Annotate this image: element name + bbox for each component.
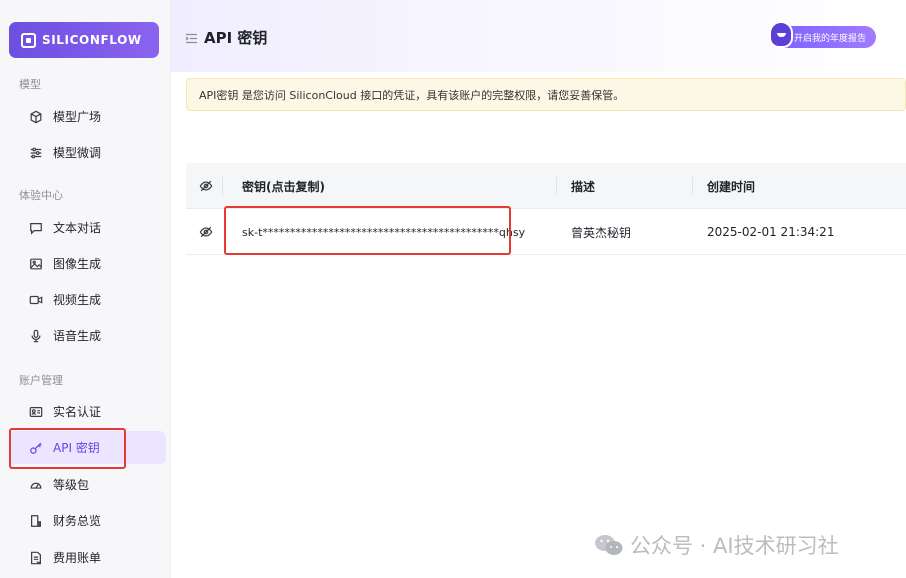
watermark: 公众号 · AI技术研习社 bbox=[594, 530, 839, 560]
highlight-box-api-keys bbox=[9, 428, 126, 469]
key-created-time: 2025-02-01 21:34:21 bbox=[707, 225, 835, 239]
page-header: API 密钥 开启我的年度报告 bbox=[171, 0, 906, 72]
column-header-created: 创建时间 bbox=[707, 179, 756, 194]
highlight-box-api-key bbox=[224, 206, 511, 255]
notice-text: API密钥 是您访问 SiliconCloud 接口的凭证，具有该账户的完整权限… bbox=[199, 88, 625, 102]
eye-off-icon bbox=[199, 179, 213, 193]
sidebar-item-label: 实名认证 bbox=[53, 405, 102, 419]
column-divider bbox=[692, 177, 693, 195]
sidebar-item-finance-overview[interactable]: 财务总览 bbox=[9, 504, 166, 537]
cube-icon bbox=[28, 109, 44, 125]
sidebar-item-billing[interactable]: 费用账单 bbox=[9, 541, 166, 574]
logo-text: SILICONFLOW bbox=[42, 33, 142, 47]
sidebar-item-label: 语音生成 bbox=[53, 329, 102, 343]
sidebar-item-image-gen[interactable]: 图像生成 bbox=[9, 247, 166, 280]
mascot-icon bbox=[769, 21, 793, 48]
sidebar: SILICONFLOW 模型 模型广场 模型微调 体验中心 文本对话 图像生成 … bbox=[0, 0, 171, 578]
sidebar-item-model-square[interactable]: 模型广场 bbox=[9, 100, 166, 133]
siliconflow-logo[interactable]: SILICONFLOW bbox=[9, 22, 159, 58]
column-divider bbox=[222, 177, 223, 195]
sidebar-item-label: 模型广场 bbox=[53, 110, 102, 124]
sidebar-item-voice-gen[interactable]: 语音生成 bbox=[9, 319, 166, 352]
video-icon bbox=[28, 292, 44, 308]
collapse-menu-icon[interactable] bbox=[185, 30, 198, 44]
sidebar-item-label: 等级包 bbox=[53, 478, 90, 492]
sidebar-item-level-pack[interactable]: 等级包 bbox=[9, 468, 166, 501]
bill-icon bbox=[28, 550, 44, 566]
sliders-icon bbox=[28, 145, 44, 161]
sidebar-item-text-chat[interactable]: 文本对话 bbox=[9, 211, 166, 244]
toggle-visibility-all[interactable] bbox=[199, 163, 213, 209]
annual-report-button[interactable]: 开启我的年度报告 bbox=[769, 21, 876, 48]
api-key-notice: API密钥 是您访问 SiliconCloud 接口的凭证，具有该账户的完整权限… bbox=[186, 78, 906, 111]
finance-doc-icon bbox=[28, 513, 44, 529]
page-title: API 密钥 bbox=[204, 29, 268, 47]
id-card-icon bbox=[28, 404, 44, 420]
logo-mark-icon bbox=[21, 32, 36, 48]
toggle-key-visibility[interactable] bbox=[199, 209, 213, 255]
wechat-icon bbox=[594, 533, 624, 557]
sidebar-item-real-name[interactable]: 实名认证 bbox=[9, 395, 166, 428]
sidebar-item-label: 图像生成 bbox=[53, 257, 102, 271]
watermark-text: 公众号 · AI技术研习社 bbox=[630, 534, 839, 558]
image-icon bbox=[28, 256, 44, 272]
chat-bubble-icon bbox=[28, 220, 44, 236]
app-root: SILICONFLOW 模型 模型广场 模型微调 体验中心 文本对话 图像生成 … bbox=[0, 0, 906, 578]
sidebar-item-model-finetune[interactable]: 模型微调 bbox=[9, 136, 166, 169]
column-header-key: 密钥(点击复制) bbox=[242, 179, 325, 194]
annual-report-label: 开启我的年度报告 bbox=[794, 33, 867, 44]
eye-off-icon bbox=[199, 225, 213, 239]
sidebar-item-label: 费用账单 bbox=[53, 551, 102, 565]
section-model-label: 模型 bbox=[19, 78, 41, 91]
column-divider bbox=[556, 177, 557, 195]
column-header-description: 描述 bbox=[571, 179, 596, 194]
sidebar-item-label: 视频生成 bbox=[53, 293, 102, 307]
sidebar-item-video-gen[interactable]: 视频生成 bbox=[9, 283, 166, 316]
table-header: 密钥(点击复制) 描述 创建时间 bbox=[186, 163, 906, 209]
microphone-icon bbox=[28, 328, 44, 344]
section-experience-label: 体验中心 bbox=[19, 189, 63, 202]
key-description: 曾英杰秘钥 bbox=[571, 225, 632, 240]
sidebar-item-label: 财务总览 bbox=[53, 514, 102, 528]
section-account-label: 账户管理 bbox=[19, 374, 63, 387]
sidebar-item-label: 文本对话 bbox=[53, 221, 102, 235]
gauge-icon bbox=[28, 477, 44, 493]
sidebar-item-label: 模型微调 bbox=[53, 146, 102, 160]
